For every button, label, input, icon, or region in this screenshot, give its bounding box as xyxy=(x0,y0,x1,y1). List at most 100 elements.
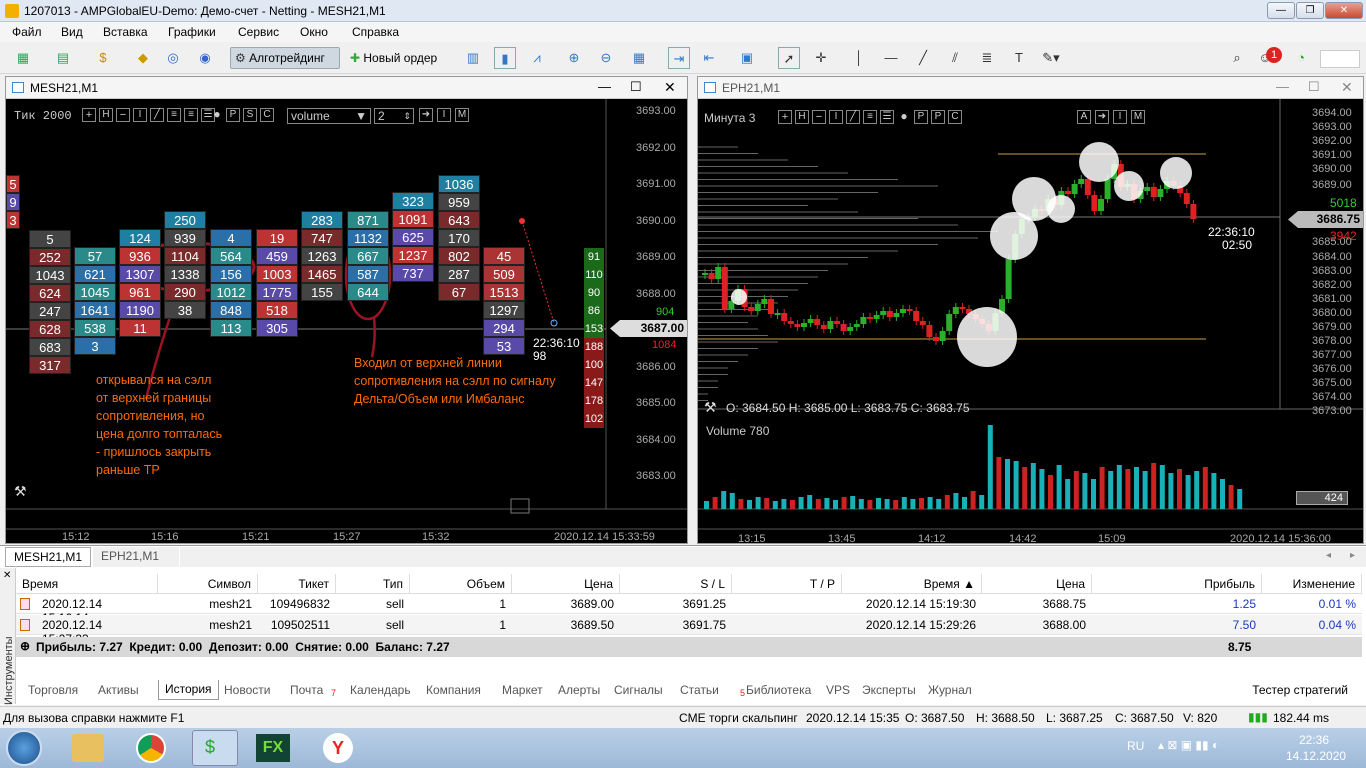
menu-help[interactable]: Справка xyxy=(352,25,399,39)
column-header[interactable]: Цена xyxy=(512,574,620,594)
start-button[interactable] xyxy=(6,730,42,766)
chart-close[interactable]: ✕ xyxy=(1341,79,1353,96)
terminal-tab[interactable]: Активы xyxy=(98,683,139,697)
search-icon[interactable]: ⌕ xyxy=(1226,47,1248,69)
volume-bar xyxy=(1013,461,1019,509)
terminal-tab[interactable]: Библиотека xyxy=(746,683,811,697)
new-chart-icon[interactable]: ▦ xyxy=(12,47,34,69)
column-header[interactable]: Изменение xyxy=(1262,574,1362,594)
cursor-icon[interactable]: ➚ xyxy=(778,47,800,69)
vertical-line-icon[interactable]: │ xyxy=(848,47,870,69)
chart-window-eph21[interactable]: EPH21,M1 — ☐ ✕ Минута 3 + H − I ╱ ≡ ☰ ● … xyxy=(697,76,1364,545)
minimize-button[interactable]: — xyxy=(1267,2,1295,19)
terminal-tab[interactable]: VPS xyxy=(826,683,850,697)
crosshair-icon[interactable]: ✛ xyxy=(810,47,832,69)
indicators-icon[interactable]: ▣ xyxy=(736,47,758,69)
terminal-tab[interactable]: Компания xyxy=(426,683,481,697)
terminal-tab[interactable]: Новости xyxy=(224,683,270,697)
yandex-icon[interactable]: Y xyxy=(323,733,353,763)
menu-window[interactable]: Окно xyxy=(300,25,328,39)
menu-charts[interactable]: Графики xyxy=(168,25,216,39)
tile-icon[interactable]: ▦ xyxy=(628,47,650,69)
trendline-icon[interactable]: ╱ xyxy=(912,47,934,69)
data-window-icon[interactable]: ◎ xyxy=(162,47,184,69)
menu-view[interactable]: Вид xyxy=(61,25,83,39)
column-header[interactable]: Прибыль xyxy=(1092,574,1262,594)
horizontal-line-icon[interactable]: — xyxy=(880,47,902,69)
terminal-tab[interactable]: Статьи xyxy=(680,683,719,697)
chart-maximize[interactable]: ☐ xyxy=(1308,79,1320,95)
connection-icon[interactable]: ▮▮▮ xyxy=(1248,710,1268,724)
highlight-circle xyxy=(1160,157,1192,189)
candle-chart-icon[interactable]: ▮ xyxy=(494,47,516,69)
close-button[interactable]: ✕ xyxy=(1325,2,1363,19)
candlestick-chart[interactable] xyxy=(698,99,1363,543)
candle-body xyxy=(886,311,893,317)
line-chart-icon[interactable]: ⩘ xyxy=(526,47,548,69)
new-order-button[interactable]: ✚ Новый ордер xyxy=(345,47,449,69)
bar-chart-icon[interactable]: ▥ xyxy=(462,47,484,69)
text-icon[interactable]: T xyxy=(1008,47,1030,69)
explorer-icon[interactable] xyxy=(72,734,104,762)
autoscroll-icon[interactable]: ⇥ xyxy=(668,47,690,69)
chart-window-mesh21[interactable]: MESH21,M1 — ☐ ✕ Тик 2000 + H − I ╱ ≡ ≡ ☰… xyxy=(5,76,688,544)
column-header[interactable]: Время xyxy=(16,574,158,594)
navigator-icon[interactable]: ◆ xyxy=(132,47,154,69)
signals-icon[interactable]: ◉ xyxy=(194,47,216,69)
tester-tab[interactable]: Тестер стратегий xyxy=(1252,683,1348,697)
chrome-icon[interactable] xyxy=(136,733,166,763)
tools-icon[interactable]: ⚒ xyxy=(14,483,27,500)
terminal-tab[interactable]: Журнал xyxy=(928,683,972,697)
metatrader-icon[interactable]: $ xyxy=(192,730,238,766)
terminal-tab[interactable]: Сигналы xyxy=(614,683,663,697)
terminal-tab[interactable]: История xyxy=(158,680,219,700)
menu-file[interactable]: Файл xyxy=(12,25,42,39)
column-header[interactable]: Тип xyxy=(336,574,410,594)
zoom-in-icon[interactable]: ⊕ xyxy=(563,47,585,69)
new-order-icon: ✚ xyxy=(350,51,364,65)
terminal-tab[interactable]: Календарь xyxy=(350,683,411,697)
clock-time[interactable]: 22:36 xyxy=(1299,733,1329,747)
column-header[interactable]: Цена xyxy=(982,574,1092,594)
terminal-tab[interactable]: Почта xyxy=(290,683,323,697)
shapes-icon[interactable]: ✎▾ xyxy=(1040,47,1062,69)
fx-icon[interactable]: FX xyxy=(256,734,290,762)
chart-minimize[interactable]: — xyxy=(1276,79,1289,94)
tools-icon[interactable]: ⚒ xyxy=(704,399,717,416)
level-icon[interactable]: ◔ xyxy=(1290,47,1312,69)
tray-icons[interactable]: ▴ ⊠ ▣ ▮▮ ◐ xyxy=(1158,738,1219,752)
terminal-tab[interactable]: Алерты xyxy=(558,683,600,697)
scroll-left-icon[interactable]: ◂ xyxy=(1326,550,1331,561)
chart-tab-eph[interactable]: EPH21,M1 xyxy=(93,547,179,567)
terminal-tab[interactable]: Маркет xyxy=(502,683,543,697)
clock-date[interactable]: 14.12.2020 xyxy=(1286,749,1346,763)
terminal-tab[interactable]: Эксперты xyxy=(862,683,916,697)
fibo-icon[interactable]: ≣ xyxy=(976,47,998,69)
zoom-out-icon[interactable]: ⊖ xyxy=(595,47,617,69)
profiles-icon[interactable]: ▤ xyxy=(52,47,74,69)
column-header[interactable]: T / P xyxy=(732,574,842,594)
terminal-close-icon[interactable]: ✕ xyxy=(3,570,11,581)
scroll-right-icon[interactable]: ▸ xyxy=(1350,550,1355,561)
ping: 182.44 ms xyxy=(1273,711,1330,725)
maximize-button[interactable]: ❐ xyxy=(1296,2,1324,19)
chart-tab-mesh[interactable]: MESH21,M1 xyxy=(5,547,91,567)
algo-trading-button[interactable]: ⚙ Алготрейдинг xyxy=(230,47,340,69)
market-watch-icon[interactable]: $ xyxy=(92,47,114,69)
price-tick: 3691.00 xyxy=(636,178,676,190)
terminal-tab[interactable]: Торговля xyxy=(28,683,78,697)
column-header[interactable]: Символ xyxy=(158,574,258,594)
chart-tabs-bar xyxy=(180,547,1366,567)
column-header[interactable]: Время ▲ xyxy=(842,574,982,594)
menu-insert[interactable]: Вставка xyxy=(103,25,148,39)
column-header[interactable]: Тикет xyxy=(258,574,336,594)
language-indicator[interactable]: RU xyxy=(1127,739,1144,753)
chart-shift-icon[interactable]: ⇤ xyxy=(698,47,720,69)
equidistant-icon[interactable]: ⫽ xyxy=(944,47,966,69)
column-header[interactable]: S / L xyxy=(620,574,732,594)
menu-tools[interactable]: Сервис xyxy=(238,25,279,39)
column-header[interactable]: Объем xyxy=(410,574,512,594)
volume-bar xyxy=(858,499,864,509)
volume-bar xyxy=(1091,479,1096,509)
search-input[interactable] xyxy=(1320,50,1360,68)
